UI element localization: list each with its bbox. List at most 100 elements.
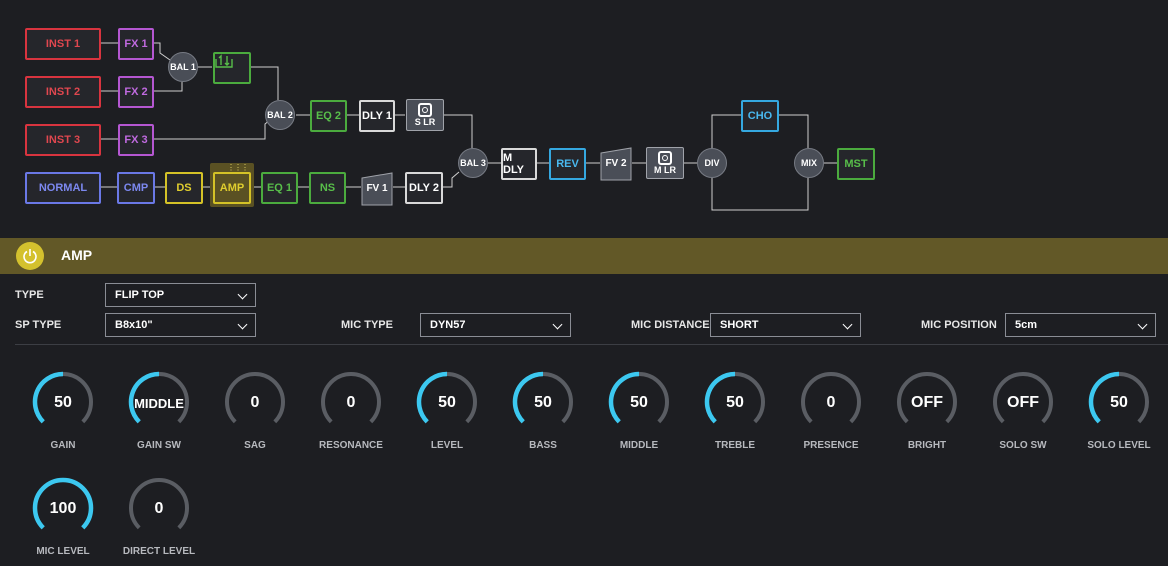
chevron-down-icon (1137, 319, 1148, 330)
knob-gain-sw: MIDDLE GAIN SW (124, 370, 194, 460)
block-eq-2[interactable]: EQ 2 (310, 100, 347, 132)
block-title: AMP (61, 247, 93, 263)
mic-distance-label: MIC DISTANCE (631, 319, 710, 331)
knob-value: OFF (1007, 394, 1039, 411)
block-ds[interactable]: DS (165, 172, 203, 204)
power-button[interactable] (16, 242, 44, 270)
block-inst-2[interactable]: INST 2 (25, 76, 101, 108)
knob-label: LEVEL (430, 440, 464, 451)
block-usb-send[interactable] (213, 52, 251, 84)
knob-solo-sw: OFF SOLO SW (988, 370, 1058, 460)
block-fx-3[interactable]: FX 3 (118, 124, 154, 156)
knob-value: 50 (534, 394, 552, 411)
knob-middle: 50 MIDDLE (604, 370, 674, 460)
type-label: TYPE (15, 289, 44, 301)
sp-type-value: B8x10" (115, 319, 153, 331)
knob-gain: 50 GAIN (28, 370, 98, 460)
block-fv-1[interactable]: FV 1 (361, 172, 393, 206)
block-fv-2[interactable]: FV 2 (600, 147, 632, 181)
mic-type-select[interactable]: DYN57 (420, 313, 571, 337)
knob-value: 0 (154, 500, 164, 517)
knob-bright: OFF BRIGHT (892, 370, 962, 460)
mic-position-label: MIC POSITION (921, 319, 997, 331)
knob-value: MIDDLE (134, 396, 184, 411)
type-select[interactable]: FLIP TOP (105, 283, 256, 307)
block-fx-1[interactable]: FX 1 (118, 28, 154, 60)
knob-label: RESONANCE (319, 440, 383, 451)
block-cmp[interactable]: CMP (117, 172, 155, 204)
knob-value: 50 (1110, 394, 1128, 411)
block-header-bar (0, 238, 1168, 274)
knob-presence: 0 PRESENCE (796, 370, 866, 460)
node-mix[interactable]: MIX (794, 148, 824, 178)
knob-level: 50 LEVEL (412, 370, 482, 460)
node-bal-2[interactable]: BAL 2 (265, 100, 295, 130)
knob-resonance: 0 RESONANCE (316, 370, 386, 460)
knob-mic-level: 100 MIC LEVEL (28, 476, 98, 566)
block-eq-1[interactable]: EQ 1 (261, 172, 298, 204)
chevron-down-icon (237, 319, 248, 330)
block-cho[interactable]: CHO (741, 100, 779, 132)
knob-label: DIRECT LEVEL (122, 546, 196, 557)
knob-value: 50 (726, 394, 744, 411)
knob-value: 0 (250, 394, 260, 411)
speaker-icon (658, 151, 672, 165)
knob-bass: 50 BASS (508, 370, 578, 460)
node-bal-3[interactable]: BAL 3 (458, 148, 488, 178)
block-ns[interactable]: NS (309, 172, 346, 204)
block-m-dly[interactable]: M DLY (501, 148, 537, 180)
block-dly-1[interactable]: DLY 1 (359, 100, 395, 132)
sp-type-label: SP TYPE (15, 319, 62, 331)
mic-distance-select[interactable]: SHORT (710, 313, 861, 337)
chevron-down-icon (237, 289, 248, 300)
block-dly-2[interactable]: DLY 2 (405, 172, 443, 204)
knob-label: TREBLE (715, 440, 755, 451)
knob-value: 50 (438, 394, 456, 411)
knob-solo-level: 50 SOLO LEVEL (1084, 370, 1154, 460)
knob-direct-level: 0 DIRECT LEVEL (123, 476, 195, 566)
knob-value: 100 (49, 500, 77, 517)
type-value: FLIP TOP (115, 289, 165, 301)
drag-handle-icon[interactable]: ⋮⋮⋮ (227, 164, 249, 172)
mic-position-value: 5cm (1015, 319, 1038, 331)
knob-label: MIC LEVEL (36, 546, 90, 557)
block-inst-3[interactable]: INST 3 (25, 124, 101, 156)
knob-label: PRESENCE (803, 440, 859, 451)
knob-label: BASS (529, 440, 557, 451)
block-amp[interactable]: AMP (213, 172, 251, 204)
chevron-down-icon (842, 319, 853, 330)
block-fv-1-label: FV 1 (366, 183, 388, 194)
block-normal[interactable]: NORMAL (25, 172, 101, 204)
mic-distance-value: SHORT (720, 319, 759, 331)
block-s-lr[interactable]: S LR (406, 99, 444, 131)
mic-type-value: DYN57 (430, 319, 466, 331)
chevron-down-icon (552, 319, 563, 330)
knob-label: MIDDLE (619, 440, 659, 451)
node-div[interactable]: DIV (697, 148, 727, 178)
knob-label: GAIN SW (137, 440, 181, 451)
knob-sag: 0 SAG (220, 370, 290, 460)
block-mst[interactable]: MST (837, 148, 875, 180)
block-m-lr[interactable]: M LR (646, 147, 684, 179)
knob-treble: 50 TREBLE (700, 370, 770, 460)
signal-chain: INST 1 INST 2 INST 3 FX 1 FX 2 FX 3 BAL … (0, 0, 1168, 238)
node-bal-1[interactable]: BAL 1 (168, 52, 198, 82)
knob-value: 50 (54, 394, 72, 411)
mic-position-select[interactable]: 5cm (1005, 313, 1156, 337)
block-inst-1[interactable]: INST 1 (25, 28, 101, 60)
power-icon (23, 249, 37, 264)
block-s-lr-label: S LR (414, 117, 436, 127)
block-fv-2-label: FV 2 (605, 158, 627, 169)
knob-label: SOLO LEVEL (1087, 440, 1151, 451)
sp-type-select[interactable]: B8x10" (105, 313, 256, 337)
mic-type-label: MIC TYPE (341, 319, 393, 331)
speaker-icon (418, 103, 432, 117)
block-fx-2[interactable]: FX 2 (118, 76, 154, 108)
knob-value: 0 (346, 394, 356, 411)
block-rev[interactable]: REV (549, 148, 586, 180)
usb-io-icon (215, 54, 233, 68)
knob-value: 0 (826, 394, 836, 411)
knob-label: SAG (244, 440, 266, 451)
block-m-lr-label: M LR (654, 165, 676, 175)
divider (15, 344, 1168, 345)
